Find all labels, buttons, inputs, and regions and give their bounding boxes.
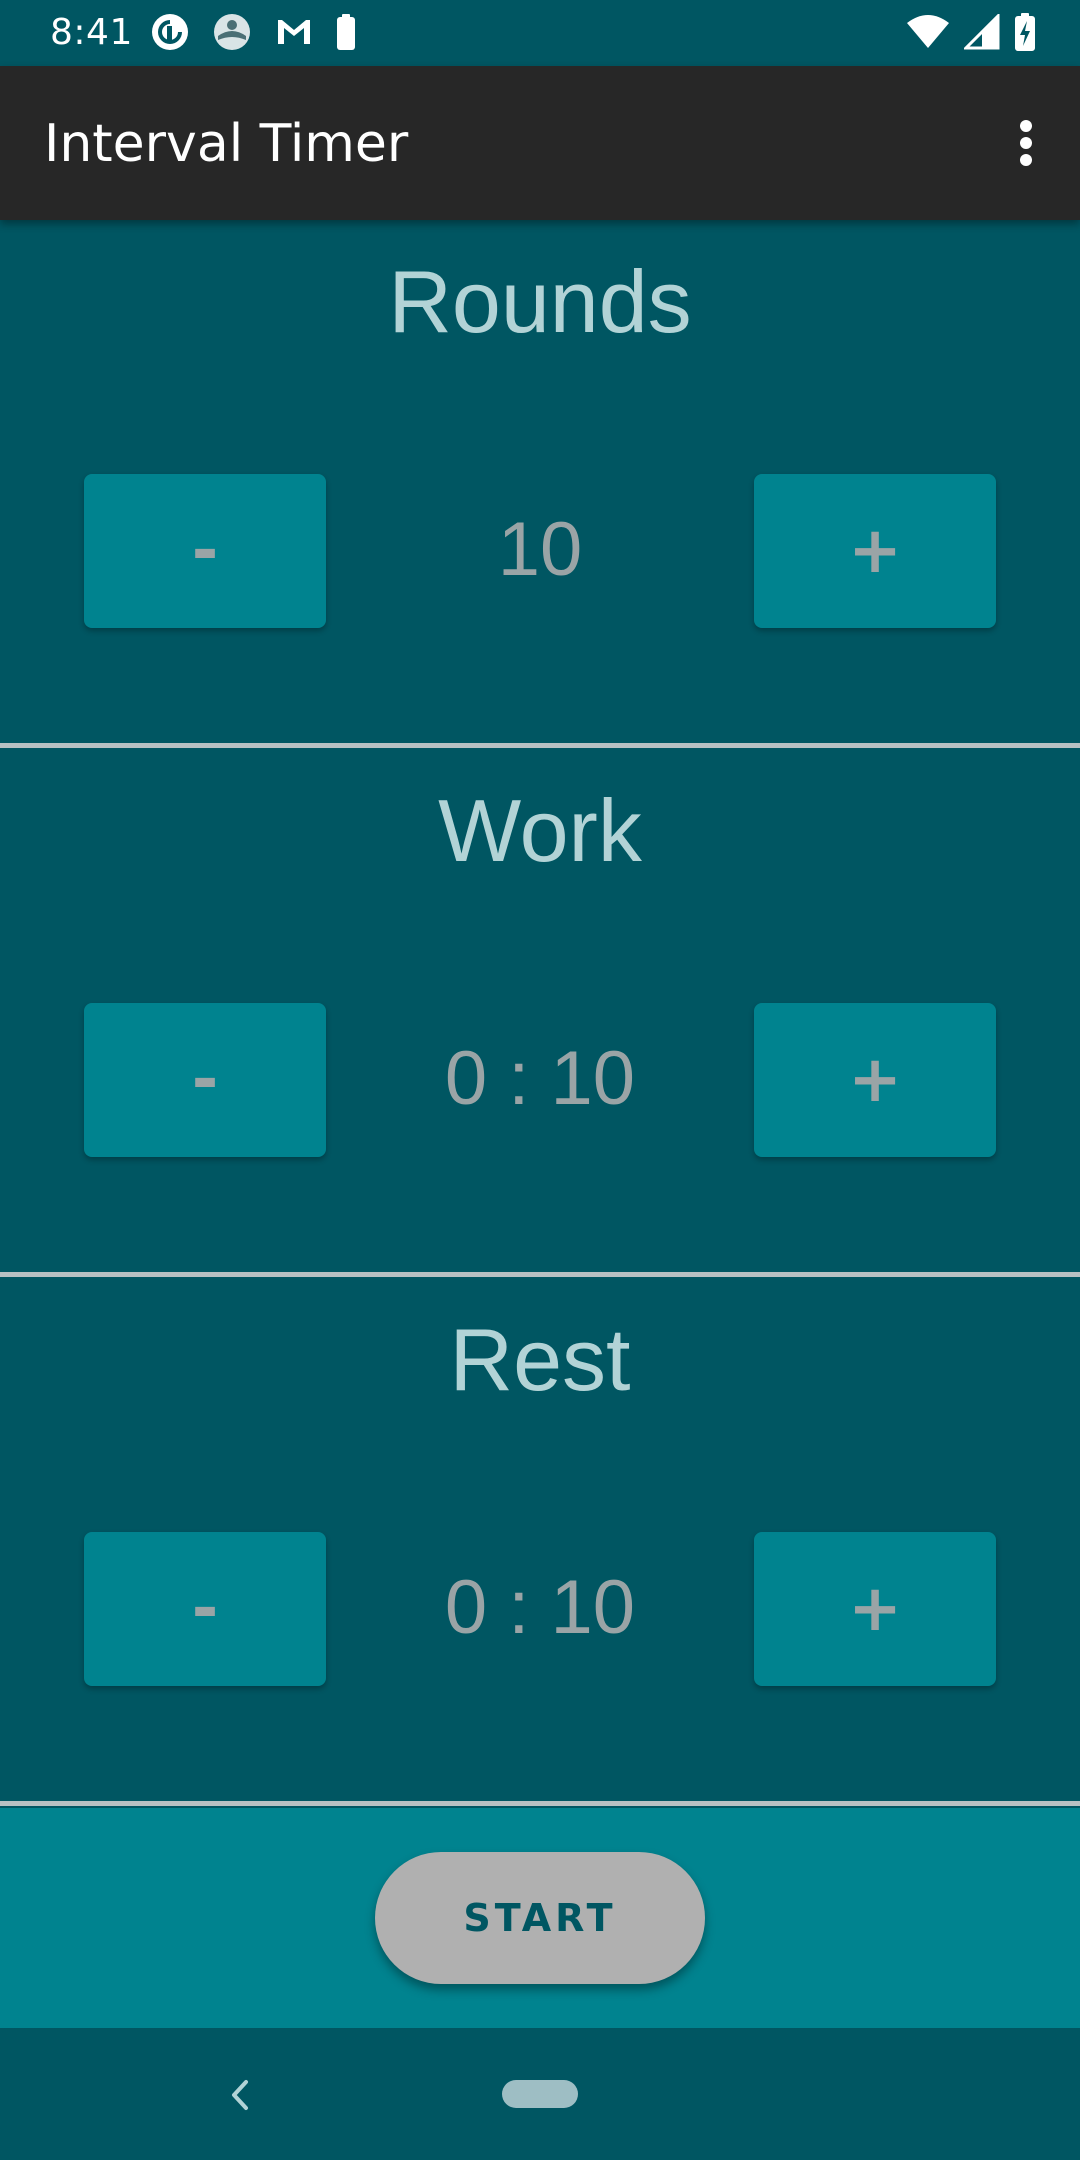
status-time: 8:41 — [50, 12, 133, 53]
rest-decrement-button[interactable]: - — [84, 1532, 326, 1686]
work-section: Work - 0 : 10 + — [0, 749, 1080, 1275]
back-chevron-icon[interactable] — [222, 2072, 258, 2118]
rest-section: Rest - 0 : 10 + — [0, 1278, 1080, 1804]
wifi-icon — [906, 15, 950, 53]
notification-icons — [150, 14, 356, 54]
app-title: Interval Timer — [44, 114, 409, 174]
start-button[interactable]: START — [375, 1852, 705, 1984]
work-value: 0 : 10 — [444, 1036, 636, 1121]
status-bar: 8:41 — [0, 0, 1080, 66]
pocket-casts-icon — [150, 12, 190, 56]
more-vert-icon[interactable] — [998, 110, 1054, 176]
rest-increment-button[interactable]: + — [754, 1532, 996, 1686]
work-increment-button[interactable]: + — [754, 1003, 996, 1157]
system-icons — [906, 12, 1036, 55]
rounds-section: Rounds - 10 + — [0, 220, 1080, 746]
rounds-increment-button[interactable]: + — [754, 474, 996, 628]
work-title: Work — [438, 781, 642, 880]
divider — [0, 743, 1080, 748]
battery-saver-icon — [336, 14, 356, 54]
rest-value: 0 : 10 — [444, 1565, 636, 1650]
rounds-decrement-button[interactable]: - — [84, 474, 326, 628]
app-bar: Interval Timer — [0, 66, 1080, 220]
weather-app-icon — [212, 12, 252, 56]
cell-signal-icon — [962, 12, 1000, 54]
battery-charging-icon — [1014, 13, 1036, 55]
rounds-title: Rounds — [388, 252, 692, 351]
rest-title: Rest — [449, 1310, 631, 1409]
home-pill-icon[interactable] — [502, 2080, 578, 2108]
navigation-bar — [0, 2028, 1080, 2160]
divider — [0, 1272, 1080, 1277]
start-bar: START — [0, 1808, 1080, 2028]
divider — [0, 1801, 1080, 1806]
rounds-value: 10 — [497, 507, 583, 592]
gmail-icon — [274, 16, 314, 52]
work-decrement-button[interactable]: - — [84, 1003, 326, 1157]
